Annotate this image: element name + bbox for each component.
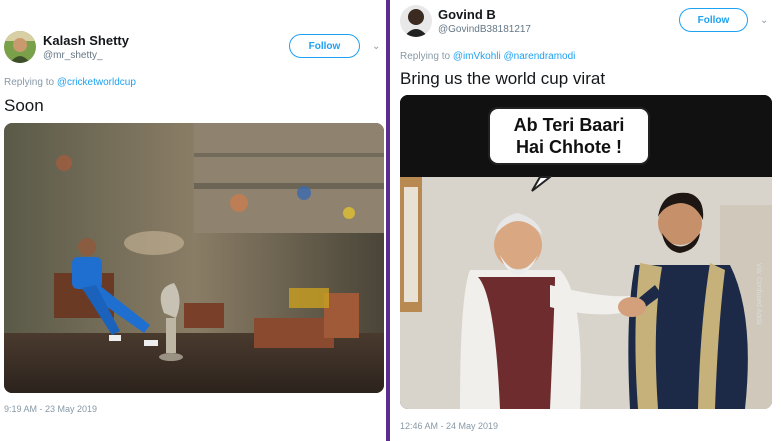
chevron-down-icon[interactable]: ⌄ bbox=[760, 15, 768, 26]
meme-watermark: Via: Confused Adda bbox=[755, 263, 762, 325]
tweet-timestamp[interactable]: 9:19 AM - 23 May 2019 bbox=[4, 404, 97, 414]
tweet-photo[interactable] bbox=[4, 123, 384, 393]
replying-prefix: Replying to bbox=[4, 77, 55, 88]
meme-speech-bubble: Ab Teri Baari Hai Chhote ! bbox=[488, 107, 650, 165]
tweet-text: Soon bbox=[4, 96, 44, 115]
tweet-photo[interactable]: Ab Teri Baari Hai Chhote ! Via: Confused… bbox=[400, 95, 772, 409]
mention-link[interactable]: @imVkohli @narendramodi bbox=[453, 51, 576, 62]
replying-to: Replying to @cricketworldcup bbox=[4, 77, 136, 88]
author-handle[interactable]: @GovindB38181217 bbox=[438, 24, 531, 35]
meme-caption-line1: Ab Teri Baari bbox=[513, 115, 625, 135]
chevron-down-icon[interactable]: ⌄ bbox=[372, 41, 380, 52]
cricketer-with-trophy-photo bbox=[4, 123, 384, 393]
replying-prefix: Replying to bbox=[400, 51, 451, 62]
avatar[interactable] bbox=[400, 5, 432, 37]
tweet-card-left: Kalash Shetty @mr_shetty_ Follow ⌄ Reply… bbox=[0, 0, 386, 441]
author-name[interactable]: Kalash Shetty bbox=[43, 33, 129, 48]
tweet-card-right: Govind B @GovindB38181217 Follow ⌄ Reply… bbox=[390, 0, 781, 441]
author-handle[interactable]: @mr_shetty_ bbox=[43, 50, 103, 61]
meme-caption-line2: Hai Chhote ! bbox=[516, 137, 622, 157]
replying-to: Replying to @imVkohli @narendramodi bbox=[400, 51, 575, 62]
author-name[interactable]: Govind B bbox=[438, 7, 496, 22]
tweet-text: Bring us the world cup virat bbox=[400, 69, 606, 88]
follow-button[interactable]: Follow bbox=[679, 8, 748, 32]
avatar[interactable] bbox=[4, 31, 36, 63]
tweet-timestamp[interactable]: 12:46 AM - 24 May 2019 bbox=[400, 421, 498, 431]
follow-button[interactable]: Follow bbox=[289, 34, 360, 58]
mention-link[interactable]: @cricketworldcup bbox=[57, 77, 136, 88]
